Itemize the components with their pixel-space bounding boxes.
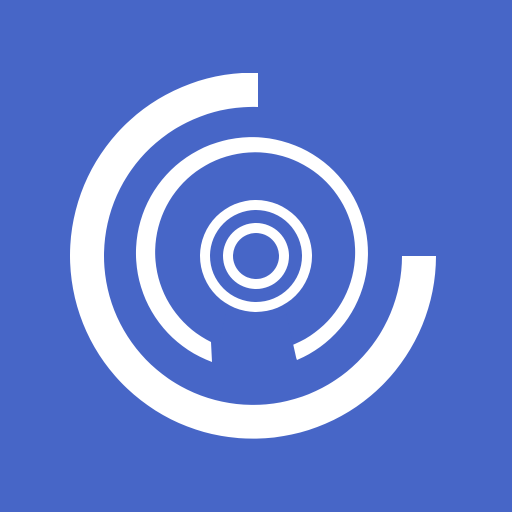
stand-base <box>214 312 298 366</box>
app-icon-tile <box>0 0 512 512</box>
lens-center <box>233 233 279 279</box>
concentric-rings-signal-icon <box>0 0 512 512</box>
